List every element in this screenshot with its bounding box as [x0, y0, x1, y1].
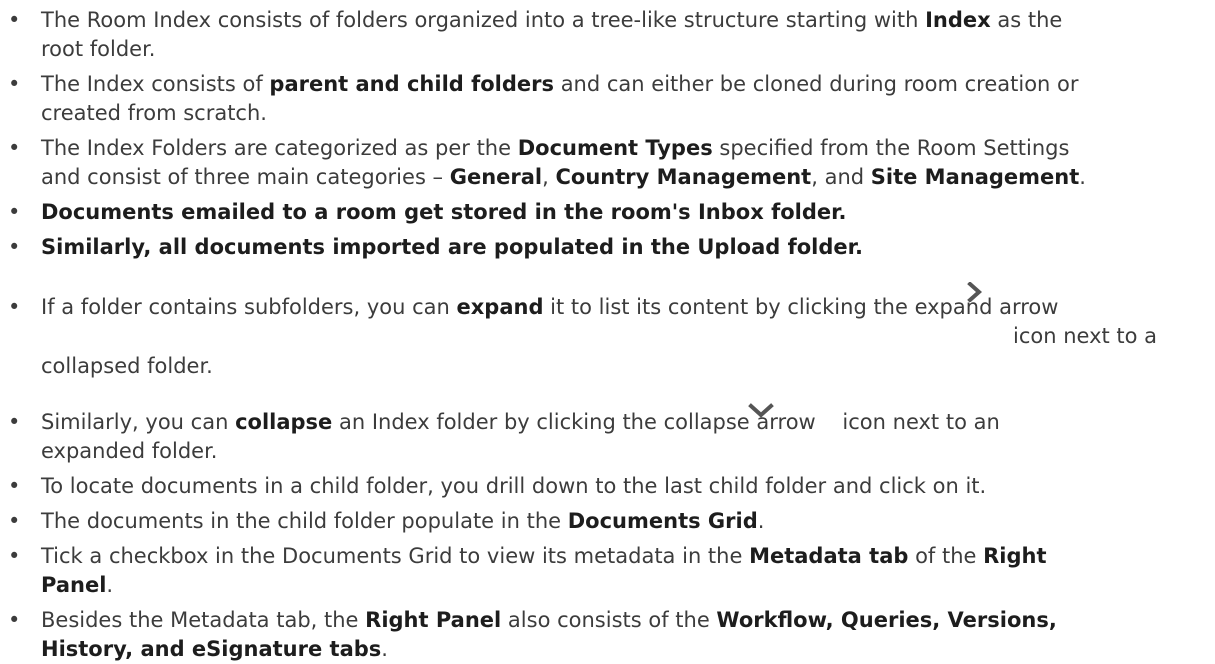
bold-term: Country Management: [555, 165, 812, 189]
bold-term: parent and child folders: [269, 72, 555, 96]
list-item-text: The Index Folders are categorized as per…: [41, 136, 1086, 189]
bullet: •: [8, 608, 21, 632]
bold-term: Panel: [41, 573, 107, 597]
list-item-text: The Room Index consists of folders organ…: [41, 8, 1063, 61]
bold-term: Metadata tab: [749, 544, 909, 568]
bullet: •: [8, 544, 21, 568]
list-item-text: The documents in the child folder popula…: [41, 509, 765, 533]
bold-term: Workflow, Queries, Versions,: [716, 608, 1057, 632]
bold-term: Document Types: [517, 136, 713, 160]
bold-term: Right: [983, 544, 1047, 568]
bullet: •: [8, 136, 21, 160]
bold-term: collapse: [235, 410, 333, 434]
bullet: •: [8, 410, 21, 434]
bold-term: General: [449, 165, 543, 189]
bold-term: Documents Grid: [567, 509, 758, 533]
bold-term: Index: [925, 8, 991, 32]
bullet: •: [8, 200, 21, 224]
bullet: •: [8, 8, 21, 32]
chevron-right-icon: [967, 282, 983, 302]
list-item-text: To locate documents in a child folder, y…: [41, 474, 987, 498]
bold-term: expand: [456, 295, 544, 319]
list-item-text: Tick a checkbox in the Documents Grid to…: [41, 544, 1047, 597]
bullet: •: [8, 72, 21, 96]
bullet: •: [8, 474, 21, 498]
bold-term: Site Management: [870, 165, 1080, 189]
bullet: •: [8, 509, 21, 533]
chevron-down-icon: [748, 403, 774, 418]
list-item-text: The Index consists of parent and child f…: [41, 72, 1079, 125]
bullet: •: [8, 235, 21, 259]
bold-term: Right Panel: [365, 608, 502, 632]
list-item-text: Documents emailed to a room get stored i…: [41, 200, 847, 224]
list-item-text: Similarly, you can collapse an Index fol…: [41, 410, 1000, 463]
bullet: •: [8, 295, 21, 319]
list-item-text: If a folder contains subfolders, you can…: [41, 295, 1158, 378]
list-item-text: Similarly, all documents imported are po…: [41, 235, 863, 259]
bold-term: History, and eSignature tabs: [41, 637, 382, 661]
list-item-text: Besides the Metadata tab, the Right Pane…: [41, 608, 1057, 661]
